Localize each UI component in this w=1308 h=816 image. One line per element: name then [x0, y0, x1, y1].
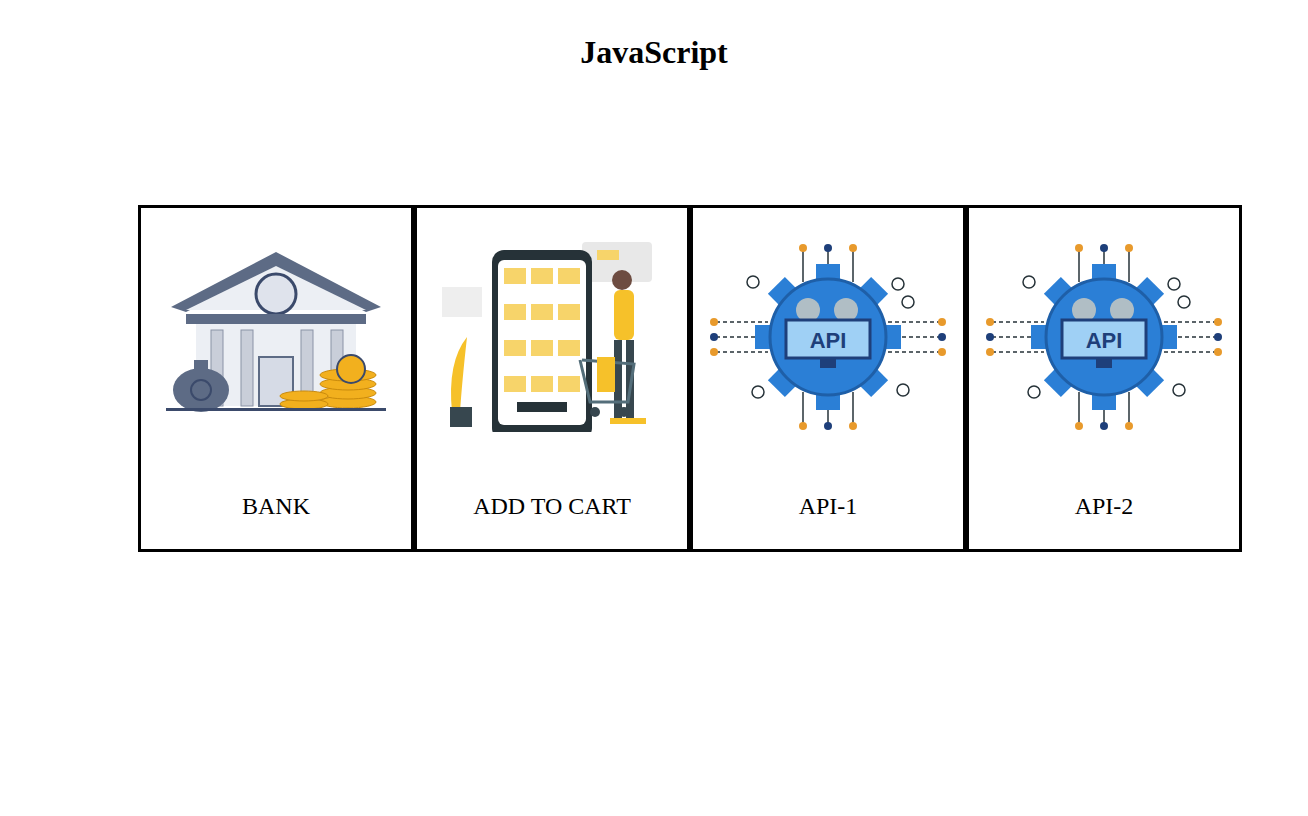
project-card[interactable]: ADD TO CART [414, 205, 690, 552]
project-card[interactable]: BANK [138, 205, 414, 552]
shopping-cart-icon [432, 242, 672, 432]
card-label: API-1 [793, 492, 864, 520]
project-card[interactable]: API API-2 [966, 205, 1242, 552]
api-gear-icon: API [984, 242, 1224, 432]
card-label: ADD TO CART [467, 492, 637, 520]
card-label: BANK [236, 492, 316, 520]
card-row: BANK ADD TO CART API API-1 API API-2 [138, 205, 1308, 552]
page: JavaScript BANK ADD TO CART API API-1 API API-… [0, 0, 1308, 816]
api-gear-icon: API [708, 242, 948, 432]
project-card[interactable]: API API-1 [690, 205, 966, 552]
card-label: API-2 [1069, 492, 1140, 520]
svg-text:API: API [1086, 328, 1123, 353]
bank-icon [156, 242, 396, 432]
page-title: JavaScript [0, 0, 1308, 71]
svg-text:API: API [810, 328, 847, 353]
